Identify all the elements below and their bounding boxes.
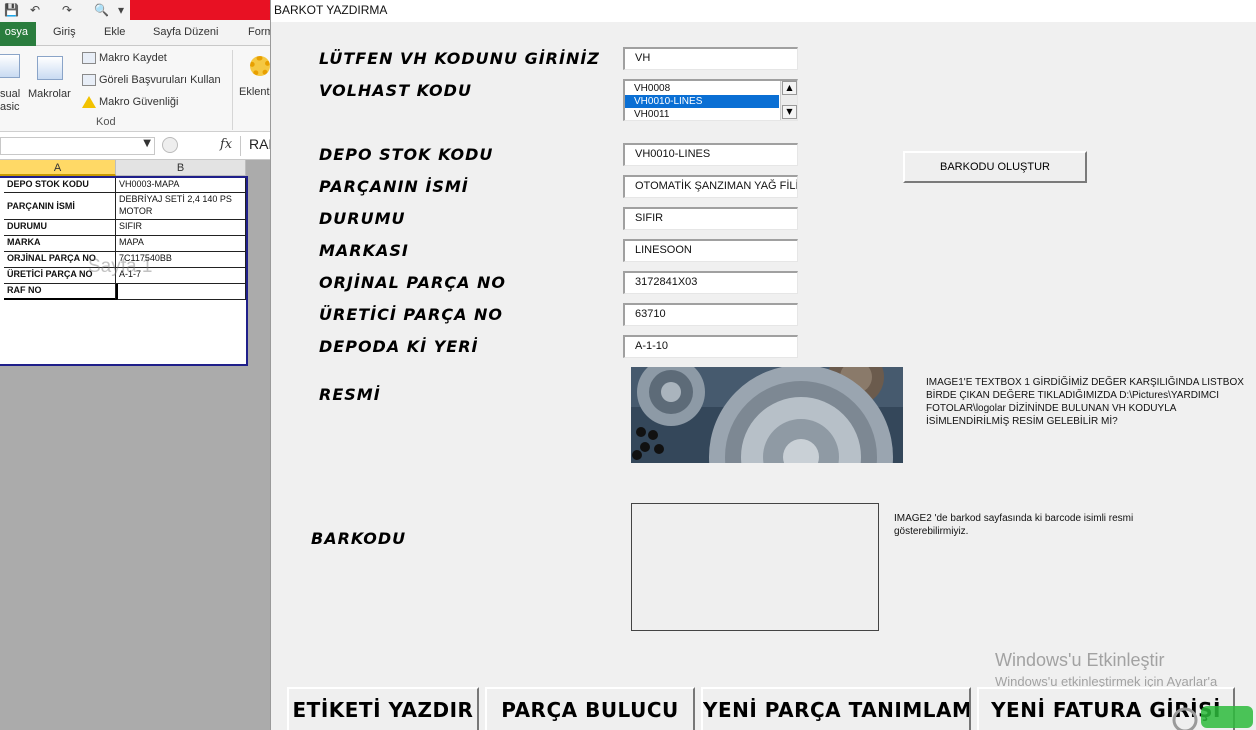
warning-icon xyxy=(82,96,96,108)
cell-label[interactable]: DURUMU xyxy=(4,220,116,236)
ribbon-tabs: osya Giriş Ekle Sayfa Düzeni Form xyxy=(0,22,274,46)
image2-note: IMAGE2 'de barkod sayfasında ki barcode … xyxy=(894,512,1133,538)
listbox-scrollbar[interactable]: ▲ ▼ xyxy=(780,81,797,120)
name-box-dropdown-icon[interactable]: ▼ xyxy=(143,138,151,149)
create-barcode-button[interactable]: BARKODU OLUŞTUR xyxy=(903,151,1087,183)
customize-qat-icon[interactable]: ▾ xyxy=(118,3,124,17)
cell-value[interactable]: SIFIR xyxy=(116,220,246,236)
ribbon-developer: sual asic Makrolar Makro Kaydet Göreli B… xyxy=(0,46,270,132)
vh-code-label: LÜTFEN VH KODUNU GİRİNİZ xyxy=(319,49,600,68)
visual-basic-label-2[interactable]: asic xyxy=(0,101,20,113)
field-label-depoda-ki-yeri: DEPODA Kİ YERİ xyxy=(319,337,479,356)
scroll-up-icon[interactable]: ▲ xyxy=(782,81,797,95)
undo-icon[interactable]: ↶ xyxy=(30,3,40,17)
insert-function-icon[interactable]: fx xyxy=(220,137,232,152)
activation-title: Windows'u Etkinleştir xyxy=(995,650,1165,670)
cell-label[interactable]: DEPO STOK KODU xyxy=(4,178,116,193)
macros-icon[interactable] xyxy=(37,56,63,80)
field-label-uretici-parca-no: ÜRETİCİ PARÇA NO xyxy=(319,305,504,324)
logo-mark xyxy=(1172,706,1253,730)
cell-label[interactable]: PARÇANIN İSMİ xyxy=(4,193,116,220)
note-line: gösterebilirmiyiz. xyxy=(894,526,969,537)
screen: 💾 ↶ ↷ 🔍 ▾ osya Giriş Ekle Sayfa Düzeni F… xyxy=(0,0,1256,730)
title-bar-accent xyxy=(130,0,270,20)
save-icon[interactable]: 💾 xyxy=(4,3,19,17)
image-label: RESMİ xyxy=(319,385,381,404)
scroll-down-icon[interactable]: ▼ xyxy=(782,105,797,119)
form-title: BARKOT YAZDIRMA xyxy=(274,3,388,17)
column-header-a[interactable]: A xyxy=(0,160,116,176)
cell-value[interactable]: DEBRİYAJ SETİ 2,4 140 PS MOTOR xyxy=(116,193,246,220)
list-item[interactable]: VH0011 xyxy=(625,108,779,120)
part-image xyxy=(631,367,903,463)
note-line: IMAGE1'E TEXTBOX 1 GİRDİĞİMİZ DEĞER KARŞ… xyxy=(926,377,1244,388)
visual-basic-label-1[interactable]: sual xyxy=(0,88,20,100)
vh-code-input[interactable]: VH xyxy=(623,47,798,70)
tab-page-layout[interactable]: Sayfa Düzeni xyxy=(153,26,218,38)
tab-file[interactable]: osya xyxy=(0,22,36,46)
print-label-button[interactable]: ETİKETİ YAZDIR xyxy=(287,687,479,730)
sheet-empty-area xyxy=(0,366,270,730)
active-cell[interactable] xyxy=(116,284,246,300)
site-logo xyxy=(1171,698,1256,730)
relative-refs-icon xyxy=(82,74,96,86)
macro-security-button[interactable]: Makro Güvenliği xyxy=(99,96,178,108)
field-input-uretici-parca-no[interactable]: 63710 xyxy=(623,303,798,326)
userform-barkot: BARKOT YAZDIRMA LÜTFEN VH KODUNU GİRİNİZ… xyxy=(270,0,1256,730)
formula-bar: ▼ fx RAF xyxy=(0,132,270,160)
field-input-depo-stok-kodu[interactable]: VH0010-LINES xyxy=(623,143,798,166)
field-input-durumu[interactable]: SIFIR xyxy=(623,207,798,230)
addins-button[interactable]: Eklent xyxy=(239,86,270,98)
field-label-markasi: MARKASI xyxy=(319,241,409,260)
part-finder-button[interactable]: PARÇA BULUCU xyxy=(485,687,695,730)
field-label-parca-ismi: PARÇANIN İSMİ xyxy=(319,177,469,196)
group-label-code: Kod xyxy=(96,116,116,128)
volhast-code-label: VOLHAST KODU xyxy=(319,81,472,100)
barcode-image xyxy=(631,503,879,631)
visual-basic-icon[interactable] xyxy=(0,54,20,78)
field-input-orjinal-parca-no[interactable]: 3172841X03 xyxy=(623,271,798,294)
note-line: IMAGE2 'de barkod sayfasında ki barcode … xyxy=(894,513,1134,524)
record-macro-button[interactable]: Makro Kaydet xyxy=(99,52,167,64)
name-box[interactable]: ▼ xyxy=(0,137,155,155)
relative-refs-button[interactable]: Göreli Başvuruları Kullan xyxy=(99,74,221,86)
record-macro-icon xyxy=(82,52,96,64)
flywheel-photo xyxy=(631,367,903,463)
cell-label[interactable]: RAF NO xyxy=(4,284,116,300)
addins-gear-icon[interactable] xyxy=(250,56,270,76)
field-label-orjinal-parca-no: ORJİNAL PARÇA NO xyxy=(319,273,507,292)
note-line: İSİMLENDİRİLMİŞ RESİM GELEBİLİR Mİ? xyxy=(926,416,1118,427)
ribbon-group-separator xyxy=(232,50,233,130)
field-label-durumu: DURUMU xyxy=(319,209,406,228)
cell-value[interactable]: MAPA xyxy=(116,236,246,252)
list-item-selected[interactable]: VH0010-LINES xyxy=(625,95,779,108)
cell-label[interactable]: MARKA xyxy=(4,236,116,252)
field-label-depo-stok-kodu: DEPO STOK KODU xyxy=(319,145,494,164)
field-input-parca-ismi[interactable]: OTOMATİK ŞANZIMAN YAĞ FİLİTR xyxy=(623,175,798,198)
print-preview-icon[interactable]: 🔍 xyxy=(94,3,109,17)
tab-home[interactable]: Giriş xyxy=(53,26,76,38)
cell-value[interactable]: VH0003-MAPA xyxy=(116,178,246,193)
list-item[interactable]: VH0008 xyxy=(625,82,779,95)
form-title-bar[interactable]: BARKOT YAZDIRMA xyxy=(271,0,1256,22)
macros-button[interactable]: Makrolar xyxy=(28,88,71,100)
barcode-label: BARKODU xyxy=(311,529,407,548)
image1-note: IMAGE1'E TEXTBOX 1 GİRDİĞİMİZ DEĞER KARŞ… xyxy=(926,376,1244,428)
new-part-button[interactable]: YENİ PARÇA TANIMLAMA xyxy=(701,687,971,730)
tab-insert[interactable]: Ekle xyxy=(104,26,125,38)
note-line: BİRDE ÇIKAN DEĞERE TIKLADIĞIMIZDA D:\Pic… xyxy=(926,390,1220,401)
redo-icon[interactable]: ↷ xyxy=(62,3,72,17)
page-watermark: Sayfa 1 xyxy=(88,256,153,277)
field-input-markasi[interactable]: LINESOON xyxy=(623,239,798,262)
formula-input[interactable]: RAF xyxy=(240,136,270,156)
formula-cancel-icon[interactable] xyxy=(162,137,178,153)
note-line: FOTOLAR\logolar DİZİNİNDE BULUNAN VH KOD… xyxy=(926,403,1177,414)
volhast-code-listbox[interactable]: VH0008 VH0010-LINES VH0011 ▲ ▼ xyxy=(623,79,798,121)
column-header-b[interactable]: B xyxy=(116,160,246,176)
field-input-depoda-ki-yeri[interactable]: A-1-10 xyxy=(623,335,798,358)
